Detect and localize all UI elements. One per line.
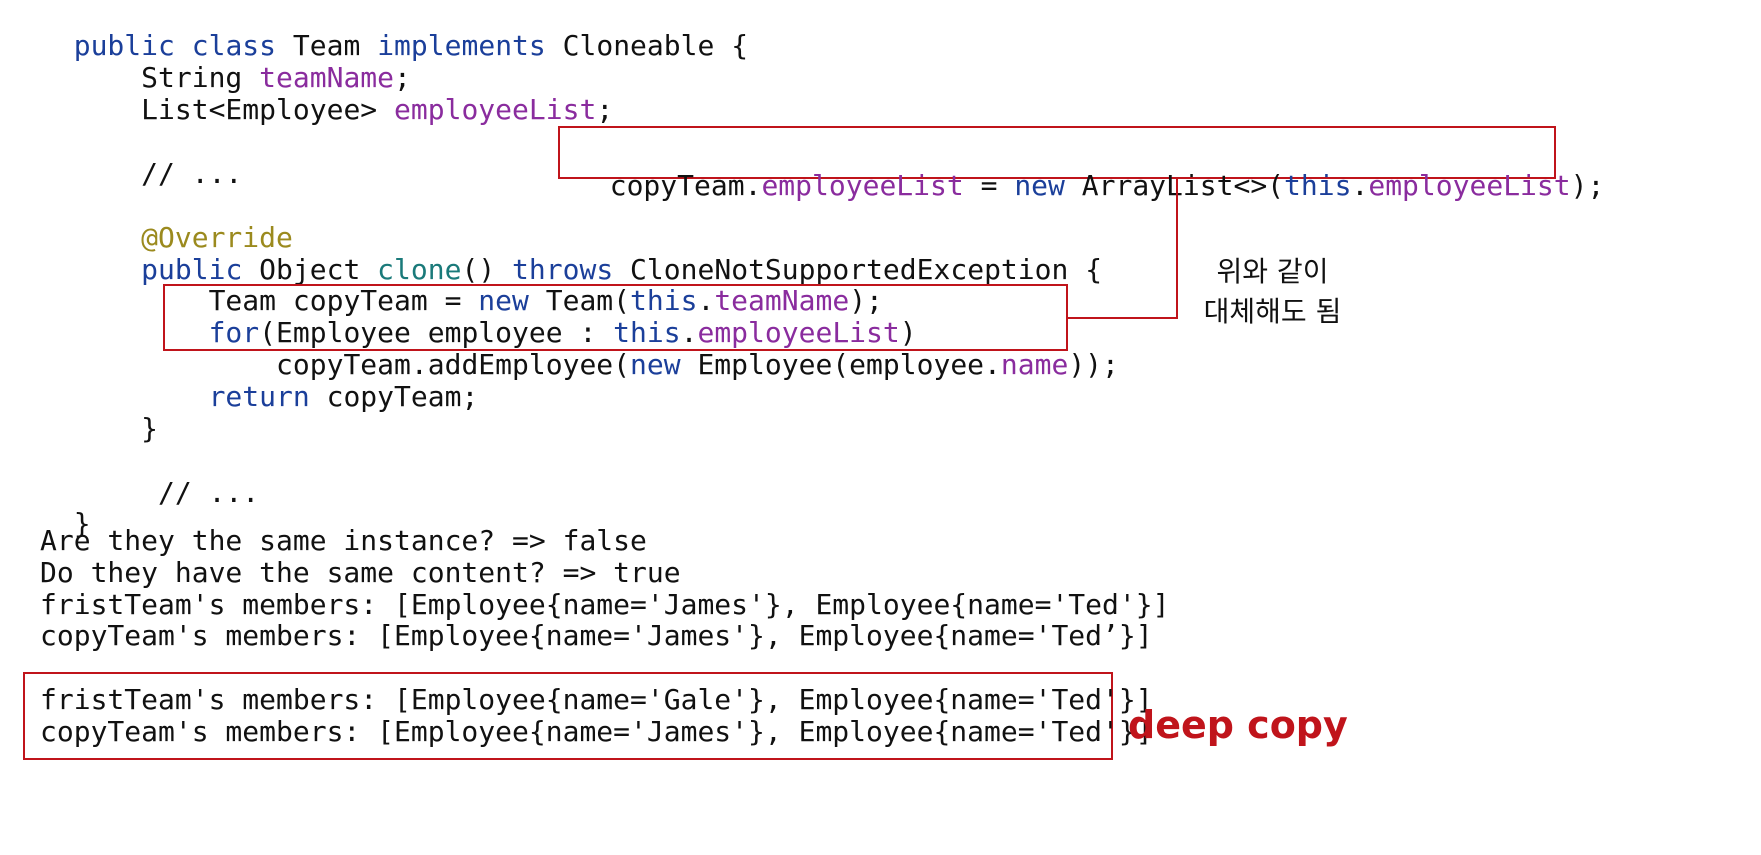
replacement-code-line: copyTeam.employeeList = new ArrayList<>(… bbox=[609, 169, 1605, 202]
output-line-first-team-members: fristTeam's members: [Employee{name='Jam… bbox=[40, 588, 1170, 621]
deep-copy-label: deep copy bbox=[1128, 703, 1348, 747]
replacement-note: 위와 같이 대체해도 됨 bbox=[1190, 252, 1355, 332]
code-line-comment-1: // ... bbox=[73, 157, 243, 190]
connector-vertical-line bbox=[1176, 179, 1178, 319]
replacement-note-line-2: 대체해도 됨 bbox=[1203, 295, 1342, 328]
for-loop-highlight-box bbox=[163, 284, 1068, 351]
output-line-copy-team-members: copyTeam's members: [Employee{name='Jame… bbox=[40, 619, 1153, 652]
code-document: { "code": { "l1": ["public", " ", "class… bbox=[0, 0, 1761, 855]
replacement-note-line-1: 위와 같이 bbox=[1216, 255, 1329, 288]
output-line-first-team-members-after: fristTeam's members: [Employee{name='Gal… bbox=[40, 683, 1153, 716]
output-line-same-content: Do they have the same content? => true bbox=[40, 556, 681, 589]
output-line-copy-team-members-after: copyTeam's members: [Employee{name='Jame… bbox=[40, 715, 1153, 748]
code-line-employeelist-field: List<Employee> employeeList; bbox=[73, 93, 614, 126]
connector-horizontal-line bbox=[1068, 317, 1178, 319]
output-line-same-instance: Are they the same instance? => false bbox=[40, 524, 647, 557]
code-line-method-close: } bbox=[73, 412, 159, 445]
